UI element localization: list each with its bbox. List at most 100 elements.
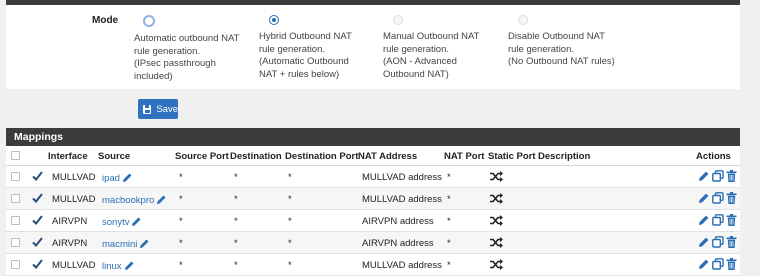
col-interface: Interface	[48, 151, 88, 162]
cell-interface: AIRVPN	[52, 238, 88, 249]
row-checkbox[interactable]	[11, 172, 20, 181]
trash-icon[interactable]	[726, 214, 737, 229]
save-button[interactable]: Save	[138, 99, 178, 119]
cell-source-port: *	[179, 216, 183, 227]
mode-option-automatic[interactable]: Automatic outbound NAT rule generation. …	[134, 15, 254, 83]
shuffle-icon	[490, 259, 503, 273]
table-row[interactable]: AIRVPN sonytv * * * AIRVPN address *	[6, 210, 740, 232]
mode-option-hybrid-text: Hybrid Outbound NAT rule generation. (Au…	[259, 31, 352, 80]
cell-source: macmini	[102, 238, 150, 252]
row-actions	[698, 214, 737, 229]
mode-label: Mode	[92, 15, 119, 26]
table-row[interactable]: MULLVAD macbookpro * * * MULLVAD address *	[6, 188, 740, 210]
edit-icon[interactable]	[698, 236, 710, 251]
mode-option-disable-text: Disable Outbound NAT rule generation. (N…	[508, 31, 615, 67]
source-alias-link[interactable]: linux	[102, 261, 122, 272]
col-destination-port: Destination Port	[285, 151, 359, 162]
row-checkbox[interactable]	[11, 194, 20, 203]
edit-icon[interactable]	[698, 170, 710, 185]
radio-automatic[interactable]	[143, 15, 155, 27]
save-button-label: Save	[156, 103, 178, 115]
shuffle-icon	[490, 237, 503, 251]
cell-source: ipad	[102, 172, 133, 186]
shuffle-icon	[490, 193, 503, 207]
copy-icon[interactable]	[712, 258, 724, 273]
cell-source-port: *	[179, 238, 183, 249]
pencil-icon[interactable]	[122, 172, 133, 186]
col-actions: Actions	[696, 151, 731, 162]
col-description: Description	[538, 151, 591, 162]
trash-icon[interactable]	[726, 192, 737, 207]
source-alias-link[interactable]: ipad	[102, 173, 120, 184]
cell-source-port: *	[179, 194, 183, 205]
cell-destination-port: *	[288, 172, 292, 183]
cell-nat-port: *	[447, 260, 451, 271]
radio-manual[interactable]	[393, 15, 403, 25]
cell-nat-address: MULLVAD address	[362, 260, 442, 271]
cell-destination-port: *	[288, 216, 292, 227]
enabled-check-icon[interactable]	[32, 170, 43, 182]
trash-icon[interactable]	[726, 170, 737, 185]
row-checkbox[interactable]	[11, 216, 20, 225]
enabled-check-icon[interactable]	[32, 236, 43, 248]
table-row[interactable]: MULLVAD linux * * * MULLVAD address *	[6, 254, 740, 276]
radio-hybrid[interactable]	[269, 15, 279, 25]
col-source-port: Source Port	[175, 151, 229, 162]
trash-icon[interactable]	[726, 236, 737, 251]
trash-icon[interactable]	[726, 258, 737, 273]
mode-option-automatic-text: Automatic outbound NAT rule generation. …	[134, 33, 240, 82]
radio-disable[interactable]	[518, 15, 528, 25]
cell-interface: MULLVAD	[52, 194, 96, 205]
table-row[interactable]: AIRVPN macmini * * * AIRVPN address *	[6, 232, 740, 254]
edit-icon[interactable]	[698, 192, 710, 207]
enabled-check-icon[interactable]	[32, 214, 43, 226]
source-alias-link[interactable]: sonytv	[102, 217, 129, 228]
cell-interface: MULLVAD	[52, 172, 96, 183]
mode-option-hybrid[interactable]: Hybrid Outbound NAT rule generation. (Au…	[259, 15, 379, 81]
pencil-icon[interactable]	[131, 216, 142, 230]
cell-destination: *	[234, 172, 238, 183]
row-actions	[698, 236, 737, 251]
edit-icon[interactable]	[698, 258, 710, 273]
cell-destination-port: *	[288, 194, 292, 205]
select-all-checkbox[interactable]	[11, 151, 20, 160]
copy-icon[interactable]	[712, 170, 724, 185]
pencil-icon[interactable]	[124, 260, 135, 274]
col-nat-address: NAT Address	[358, 151, 418, 162]
enabled-check-icon[interactable]	[32, 258, 43, 270]
shuffle-icon	[490, 171, 503, 185]
cell-nat-address: MULLVAD address	[362, 194, 442, 205]
cell-nat-address: AIRVPN address	[362, 238, 434, 249]
col-source: Source	[98, 151, 131, 162]
copy-icon[interactable]	[712, 214, 724, 229]
enabled-check-icon[interactable]	[32, 192, 43, 204]
cell-nat-port: *	[447, 172, 451, 183]
mode-option-disable[interactable]: Disable Outbound NAT rule generation. (N…	[508, 15, 628, 69]
row-checkbox[interactable]	[11, 238, 20, 247]
cell-destination: *	[234, 194, 238, 205]
pencil-icon[interactable]	[139, 238, 150, 252]
copy-icon[interactable]	[712, 192, 724, 207]
cell-destination: *	[234, 238, 238, 249]
cell-nat-address: MULLVAD address	[362, 172, 442, 183]
cell-destination-port: *	[288, 260, 292, 271]
copy-icon[interactable]	[712, 236, 724, 251]
cell-interface: MULLVAD	[52, 260, 96, 271]
col-static-port: Static Port	[488, 151, 536, 162]
edit-icon[interactable]	[698, 214, 710, 229]
source-alias-link[interactable]: macbookpro	[102, 195, 154, 206]
cell-destination: *	[234, 216, 238, 227]
row-actions	[698, 258, 737, 273]
col-destination: Destination	[230, 151, 282, 162]
table-row[interactable]: MULLVAD ipad * * * MULLVAD address *	[6, 166, 740, 188]
mode-option-manual[interactable]: Manual Outbound NAT rule generation. (AO…	[383, 15, 503, 81]
pencil-icon[interactable]	[156, 194, 167, 208]
cell-interface: AIRVPN	[52, 216, 88, 227]
row-actions	[698, 192, 737, 207]
row-checkbox[interactable]	[11, 260, 20, 269]
mode-option-manual-text: Manual Outbound NAT rule generation. (AO…	[383, 31, 480, 80]
source-alias-link[interactable]: macmini	[102, 239, 137, 250]
cell-source: linux	[102, 260, 135, 274]
mappings-table: Interface Source Source Port Destination…	[6, 146, 740, 276]
cell-source: macbookpro	[102, 194, 167, 208]
